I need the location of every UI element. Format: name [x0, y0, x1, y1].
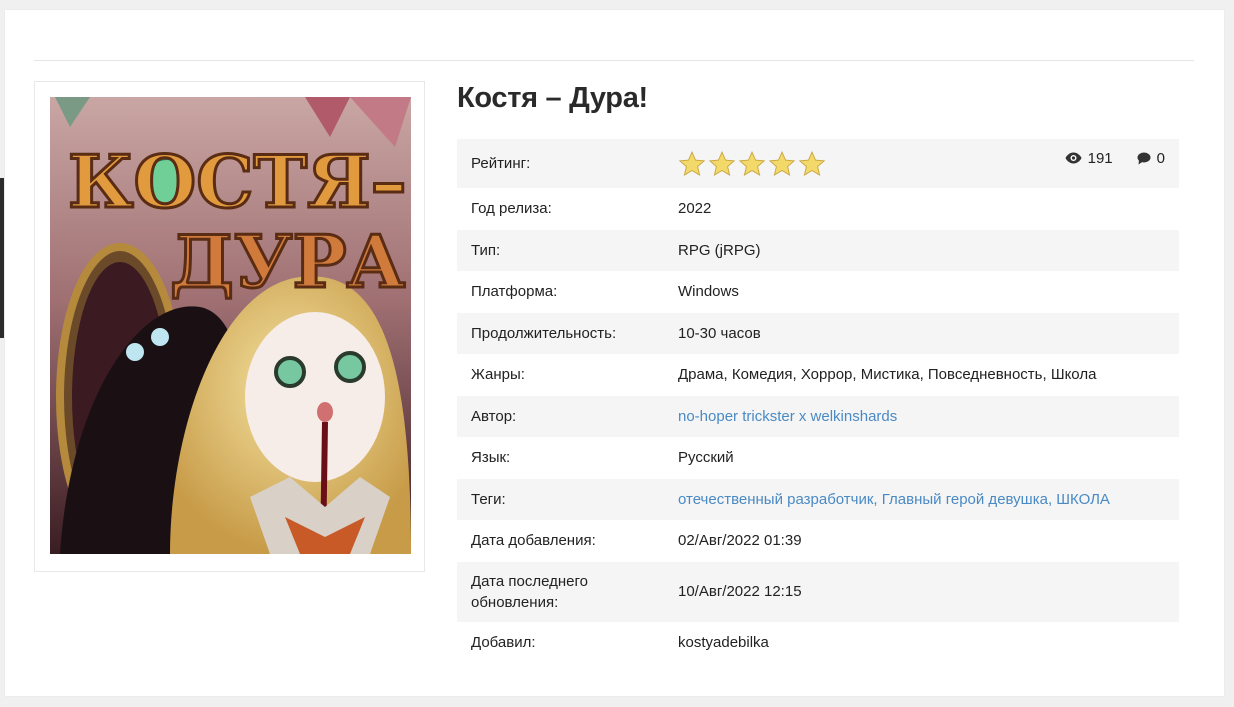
author-link[interactable]: no-hoper trickster x welkinshards	[678, 408, 897, 425]
cover-image[interactable]: КОСТЯ– ДУРА!	[50, 97, 411, 554]
rating-stars[interactable]	[678, 150, 826, 178]
platform-value: Windows	[678, 283, 739, 301]
info-row-added: Дата добавления: 02/Авг/2022 01:39	[457, 520, 1179, 562]
info-row-genres: Жанры: Драма, Комедия, Хоррор, Мистика, …	[457, 354, 1179, 396]
genres-value: Драма, Комедия, Хоррор, Мистика, Повседн…	[678, 366, 1097, 384]
added-value: 02/Авг/2022 01:39	[678, 532, 802, 550]
info-table: Рейтинг: 191 0 Год релиза: 2022 Тип: RPG…	[457, 139, 1179, 663]
added-label: Дата добавления:	[471, 532, 596, 550]
rating-value: 191 0	[664, 139, 1179, 188]
eye-icon	[1065, 152, 1082, 164]
divider	[34, 60, 1194, 61]
info-row-language: Язык: Русский	[457, 437, 1179, 479]
star-icon[interactable]	[798, 150, 826, 178]
star-icon[interactable]	[708, 150, 736, 178]
platform-label: Платформа:	[471, 283, 558, 301]
comments-count: 0	[1156, 149, 1165, 167]
updated-label: Дата последнего обновления:	[457, 561, 664, 622]
author-label: Автор:	[457, 395, 664, 437]
tags-label: Теги:	[457, 478, 664, 520]
left-edge-strip	[0, 178, 4, 338]
duration-value: 10-30 часов	[664, 312, 1179, 354]
info-row-author: Автор: no-hoper trickster x welkinshards	[457, 395, 1179, 437]
tags-links[interactable]: отечественный разработчик, Главный герой…	[678, 491, 1110, 508]
info-row-platform: Платформа: Windows	[457, 271, 1179, 313]
cover-frame: КОСТЯ– ДУРА!	[34, 81, 425, 572]
stats: 191 0	[1065, 150, 1165, 167]
info-row-added-by: Добавил: kostyadebilka	[457, 622, 1179, 664]
comment-icon[interactable]	[1137, 152, 1151, 165]
star-icon[interactable]	[678, 150, 706, 178]
info-row-tags: Теги: отечественный разработчик, Главный…	[457, 478, 1179, 520]
views-count: 191	[1087, 149, 1113, 167]
info-row-updated: Дата последнего обновления: 10/Авг/2022 …	[457, 561, 1179, 622]
cover-title-line2: ДУРА!	[170, 219, 411, 304]
year-value: 2022	[678, 200, 712, 218]
language-value: Русский	[678, 449, 734, 467]
duration-label: Продолжительность:	[457, 312, 664, 354]
info-row-year: Год релиза: 2022	[457, 188, 1179, 230]
type-label: Тип:	[457, 229, 664, 271]
added-by-value: kostyadebilka	[678, 633, 769, 651]
rating-label: Рейтинг:	[457, 139, 664, 188]
info-row-type: Тип: RPG (jRPG)	[457, 229, 1179, 271]
game-card: КОСТЯ– ДУРА! Костя – Дура! Рейтинг: 191	[5, 10, 1224, 696]
info-row-rating: Рейтинг: 191 0	[457, 139, 1179, 188]
updated-value: 10/Авг/2022 12:15	[664, 561, 1179, 622]
star-icon[interactable]	[768, 150, 796, 178]
genres-label: Жанры:	[471, 366, 525, 384]
language-label: Язык:	[471, 449, 511, 467]
page-title: Костя – Дура!	[457, 82, 648, 114]
info-row-duration: Продолжительность: 10-30 часов	[457, 312, 1179, 354]
star-icon[interactable]	[738, 150, 766, 178]
year-label: Год релиза:	[471, 200, 552, 218]
added-by-label: Добавил:	[471, 633, 536, 651]
type-value: RPG (jRPG)	[664, 229, 1179, 271]
cover-title-line1: КОСТЯ–	[68, 139, 407, 224]
